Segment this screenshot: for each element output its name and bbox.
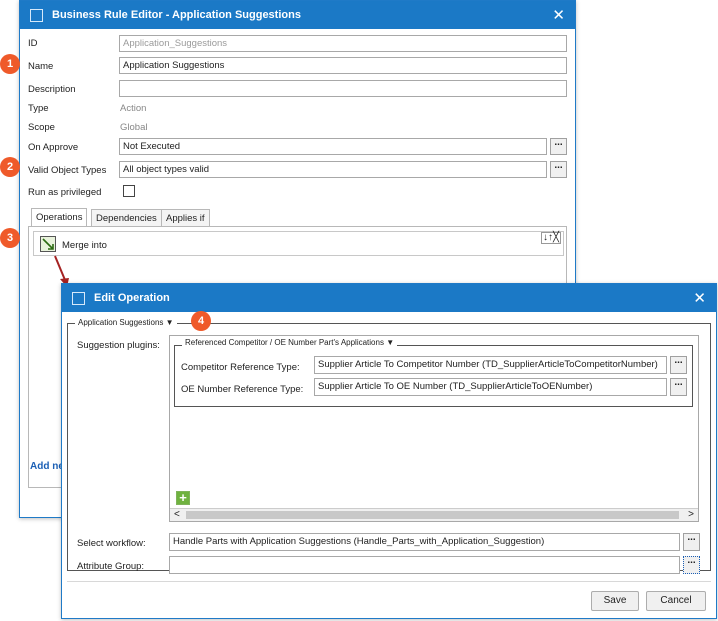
oe-reference-label: OE Number Reference Type: xyxy=(181,384,304,395)
edit-operation-window: Edit Operation ✕ Application Suggestions… xyxy=(61,283,717,619)
run-privileged-checkbox[interactable] xyxy=(123,185,135,197)
eo-titlebar[interactable]: Edit Operation ✕ xyxy=(62,284,716,312)
tab-dependencies[interactable]: Dependencies xyxy=(91,209,162,226)
merge-icon xyxy=(40,236,56,252)
attribute-group-browse-button[interactable]: ... xyxy=(683,556,700,574)
select-workflow-field[interactable]: Handle Parts with Application Suggestion… xyxy=(169,533,680,551)
scroll-right-icon[interactable]: > xyxy=(688,509,694,520)
tab-applies-if[interactable]: Applies if xyxy=(161,209,210,226)
scope-label: Scope xyxy=(28,122,55,133)
tab-operations[interactable]: Operations xyxy=(31,208,88,226)
run-privileged-label: Run as privileged xyxy=(28,187,102,198)
bre-title: Business Rule Editor - Application Sugge… xyxy=(52,9,301,21)
name-field[interactable]: Application Suggestions xyxy=(119,57,567,74)
window-icon xyxy=(72,291,85,305)
id-field[interactable]: Application_Suggestions xyxy=(119,35,567,52)
select-workflow-label: Select workflow: xyxy=(77,538,146,549)
oe-reference-field[interactable]: Supplier Article To OE Number (TD_Suppli… xyxy=(314,378,667,396)
badge-3: 3 xyxy=(0,228,20,248)
operation-row[interactable]: Merge into ↓↑╳ xyxy=(33,231,564,256)
scrollbar-thumb[interactable] xyxy=(186,511,679,519)
chevron-down-icon[interactable]: ▼ xyxy=(386,338,394,347)
group-header[interactable]: Application Suggestions ▼ xyxy=(75,318,177,327)
attribute-group-field[interactable] xyxy=(169,556,680,574)
add-operation-link[interactable]: Add ne xyxy=(30,461,64,472)
valid-object-types-field[interactable]: All object types valid xyxy=(119,161,547,178)
cancel-button[interactable]: Cancel xyxy=(646,591,706,611)
name-label: Name xyxy=(28,61,54,72)
close-icon[interactable]: ✕ xyxy=(693,289,706,307)
badge-2: 2 xyxy=(0,157,20,177)
add-plugin-icon[interactable]: + xyxy=(176,491,190,505)
valid-object-types-label: Valid Object Types xyxy=(28,165,107,176)
description-field[interactable] xyxy=(119,80,567,97)
scope-value: Global xyxy=(120,122,148,133)
eo-title: Edit Operation xyxy=(94,292,170,304)
operation-label: Merge into xyxy=(62,240,107,251)
valid-object-types-browse-button[interactable]: ... xyxy=(550,161,567,178)
description-label: Description xyxy=(28,84,76,95)
badge-4: 4 xyxy=(191,311,211,331)
horizontal-scrollbar[interactable]: < > xyxy=(170,508,698,521)
bre-titlebar[interactable]: Business Rule Editor - Application Sugge… xyxy=(20,1,575,29)
on-approve-field[interactable]: Not Executed xyxy=(119,138,547,155)
operation-move-controls[interactable]: ↓↑╳ xyxy=(540,232,561,244)
type-value: Action xyxy=(120,103,147,114)
competitor-reference-field[interactable]: Supplier Article To Competitor Number (T… xyxy=(314,356,667,374)
scroll-left-icon[interactable]: < xyxy=(174,509,180,520)
badge-1: 1 xyxy=(0,54,20,74)
oe-browse-button[interactable]: ... xyxy=(670,378,687,396)
close-icon[interactable]: ✕ xyxy=(552,6,565,24)
suggestion-plugins-list: Referenced Competitor / OE Number Part's… xyxy=(169,335,699,522)
inner-group-header[interactable]: Referenced Competitor / OE Number Part's… xyxy=(182,338,398,347)
chevron-down-icon[interactable]: ▼ xyxy=(166,318,174,327)
competitor-reference-label: Competitor Reference Type: xyxy=(181,362,300,373)
group-label: Application Suggestions xyxy=(78,318,164,327)
window-icon xyxy=(30,8,43,22)
suggestion-plugins-label: Suggestion plugins: xyxy=(77,340,160,351)
divider xyxy=(67,581,711,582)
type-label: Type xyxy=(28,103,49,114)
inner-group-frame xyxy=(174,345,693,407)
competitor-browse-button[interactable]: ... xyxy=(670,356,687,374)
on-approve-browse-button[interactable]: ... xyxy=(550,138,567,155)
attribute-group-label: Attribute Group: xyxy=(77,561,145,572)
inner-group-label: Referenced Competitor / OE Number Part's… xyxy=(185,338,384,347)
on-approve-label: On Approve xyxy=(28,142,79,153)
workflow-browse-button[interactable]: ... xyxy=(683,533,700,551)
id-label: ID xyxy=(28,38,38,49)
save-button[interactable]: Save xyxy=(591,591,639,611)
